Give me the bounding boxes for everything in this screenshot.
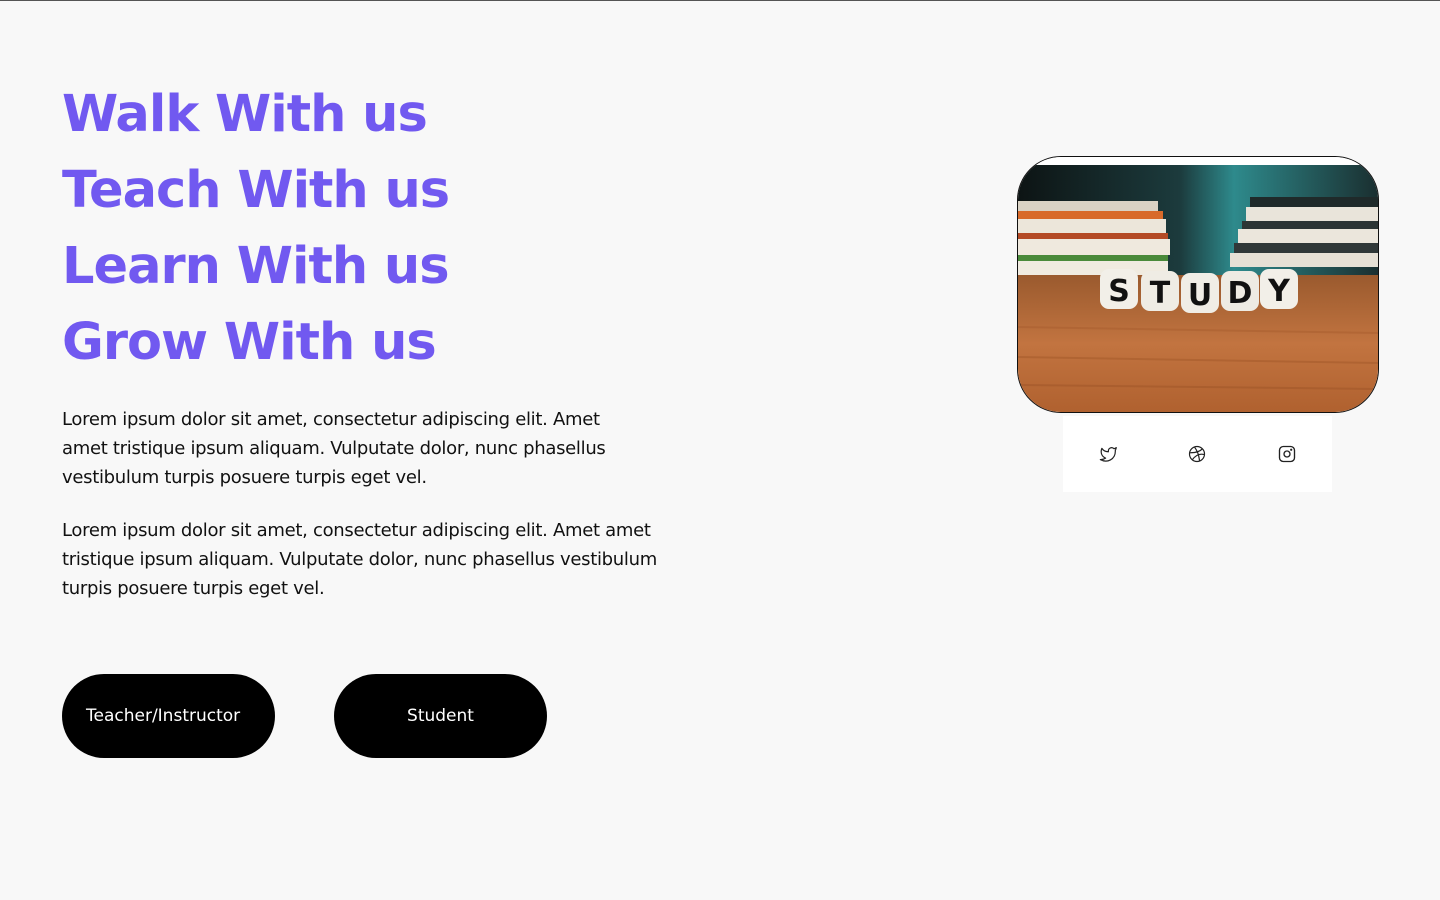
top-border [0,0,1440,1]
teacher-instructor-button[interactable]: Teacher/Instructor [62,674,275,758]
intro-paragraph-1: Lorem ipsum dolor sit amet, consectetur … [62,409,606,488]
hero-headings: Walk With us Teach With us Learn With us… [62,82,450,386]
die-letter-s: S [1108,274,1130,309]
study-dice-image: S T U D Y [1018,157,1378,412]
die-letter-y: Y [1267,274,1291,309]
instagram-icon[interactable] [1277,444,1297,464]
die-letter-d: D [1228,276,1253,311]
student-button[interactable]: Student [334,674,547,758]
social-links [1063,416,1332,492]
die-letter-u: U [1188,278,1212,313]
heading-grow: Grow With us [62,313,437,372]
heading-learn: Learn With us [62,237,450,296]
intro-paragraph-2: Lorem ipsum dolor sit amet, consectetur … [62,520,657,599]
heading-walk: Walk With us [62,85,428,144]
twitter-icon[interactable] [1098,444,1118,464]
study-image-card: S T U D Y [1017,156,1379,413]
heading-teach: Teach With us [62,161,450,220]
die-letter-t: T [1150,276,1171,311]
dribbble-icon[interactable] [1187,444,1207,464]
